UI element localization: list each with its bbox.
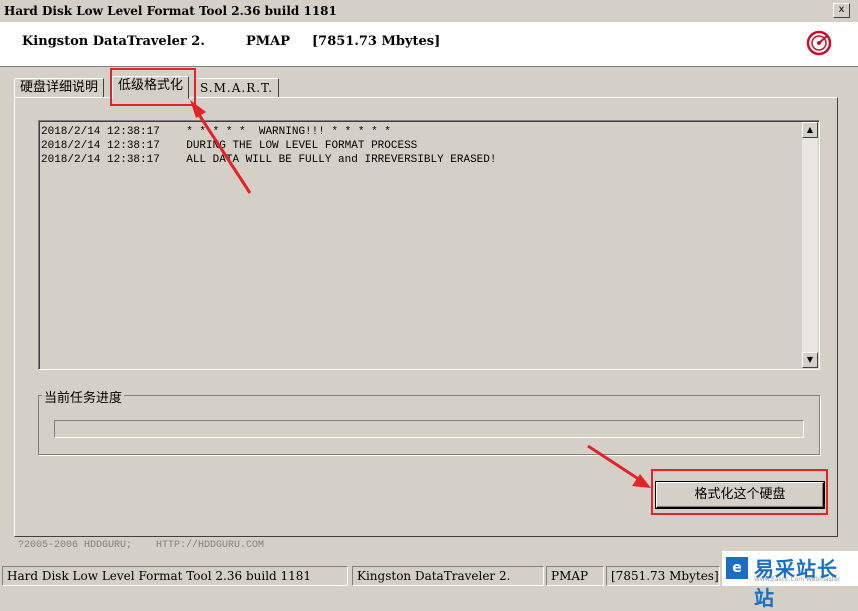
tab-label: 低级格式化: [118, 78, 184, 93]
arrow-to-tab-icon: [190, 100, 252, 194]
arrow-to-button-icon: [587, 444, 651, 488]
tab-low-level-format[interactable]: 低级格式化: [112, 76, 190, 99]
watermark-logo-icon: e: [726, 557, 748, 579]
site-watermark: e 易采站长站 Www.Easck.Com Webmaster: [722, 551, 858, 610]
watermark-subtext: Www.Easck.Com Webmaster: [754, 576, 841, 583]
